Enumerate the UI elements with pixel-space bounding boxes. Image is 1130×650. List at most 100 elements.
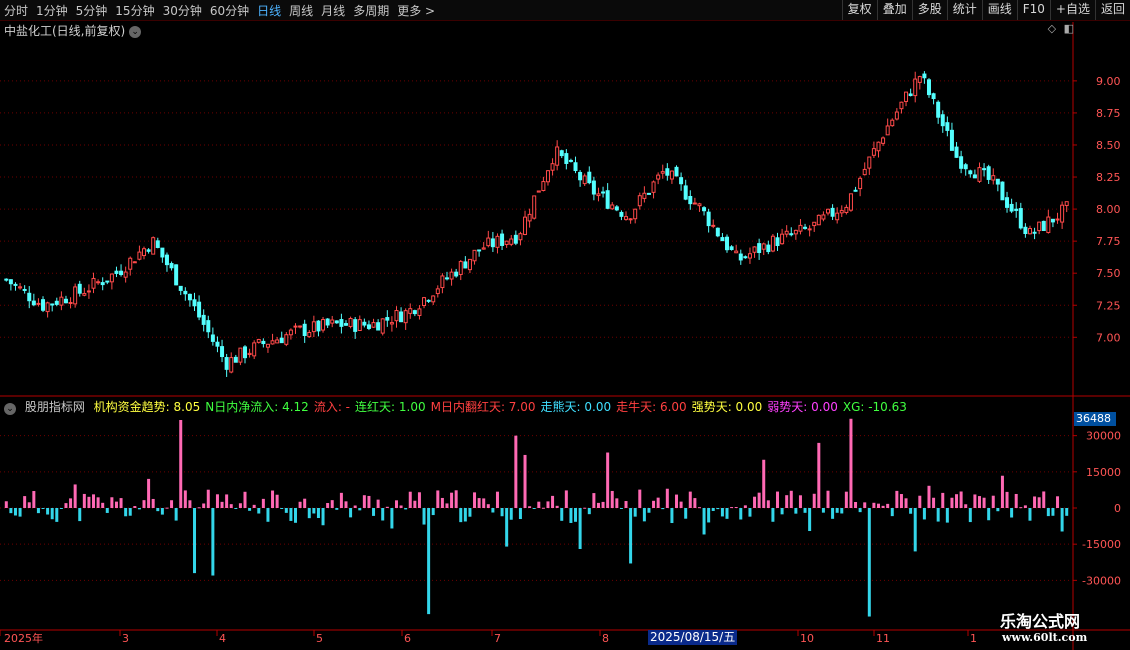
ind-bar (13, 508, 17, 516)
candle-body (220, 346, 225, 358)
candle-body (495, 235, 500, 248)
diamond-icon[interactable]: ◇ (1048, 22, 1056, 35)
price-tick-label: 8.25 (1096, 171, 1121, 184)
chevron-down-icon[interactable]: ⌄ (129, 25, 142, 38)
ind-bar (987, 508, 991, 521)
ind-bar (835, 508, 839, 513)
candle-body (816, 214, 821, 226)
ind-bar (1065, 508, 1069, 516)
candle-body (596, 193, 601, 197)
ind-bar (945, 508, 949, 523)
candle-body (587, 171, 592, 184)
ind-bar (92, 494, 96, 508)
candle-body (807, 228, 812, 231)
ind-bar (711, 508, 715, 511)
price-tick-label: 7.75 (1096, 235, 1121, 248)
candle-body (119, 270, 124, 276)
candle-body (949, 129, 954, 151)
candle-body (385, 317, 390, 321)
cursor-date-label: 2025/08/15/五 (648, 630, 738, 645)
ind-bar (844, 491, 848, 508)
candle-body (403, 310, 408, 324)
candle-body (757, 243, 762, 254)
candle-body (624, 216, 629, 220)
indicator-value-3: 连红天: 1.00 (355, 400, 426, 414)
ind-bar (780, 508, 784, 515)
candle-body (86, 290, 91, 293)
stock-title-text: 中盐化工(日线,前复权) (4, 24, 126, 38)
candle-body (780, 233, 785, 245)
candle-body (444, 277, 449, 280)
candle-body (252, 342, 257, 357)
candle-body (959, 156, 964, 169)
candle-body (463, 261, 468, 269)
ind-bar (248, 508, 252, 511)
ind-bar (913, 508, 917, 552)
candle-body (27, 292, 32, 302)
ind-bar (229, 504, 233, 508)
candle-body (123, 271, 128, 278)
ind-bar (64, 503, 68, 508)
ind-bar (1005, 491, 1009, 508)
candle-body (555, 146, 560, 166)
ind-bar (179, 420, 183, 508)
ind-bar (362, 495, 366, 508)
ind-bar (303, 498, 307, 508)
candle-body (371, 322, 376, 328)
candle-body (54, 300, 59, 305)
candle-body (1009, 203, 1014, 212)
ind-bar (1046, 508, 1050, 517)
candle-body (31, 300, 36, 306)
candle-body (206, 320, 211, 333)
ind-bar (867, 508, 871, 617)
ind-bar (1028, 508, 1032, 521)
ind-bar (688, 491, 692, 508)
ind-bar (417, 492, 421, 508)
ind-bar (528, 506, 532, 508)
candle-body (715, 227, 720, 237)
candle-body (178, 285, 183, 291)
ind-bar (18, 508, 22, 517)
ind-bar (638, 489, 642, 508)
indicator-value-7: 强势天: 0.00 (691, 400, 763, 414)
candle-body (389, 322, 394, 325)
candle-body (936, 101, 941, 118)
candle-body (904, 91, 909, 102)
ind-bar (353, 505, 357, 508)
ind-bar (41, 508, 45, 509)
indicator-value-4: M日内翻红天: 7.00 (430, 400, 536, 414)
candle-body (275, 339, 280, 344)
ind-bar (642, 508, 646, 522)
candle-body (399, 311, 404, 323)
ind-bar (284, 508, 288, 513)
candle-body (353, 319, 358, 332)
panel-toggle-icon[interactable]: ◧ (1064, 22, 1074, 35)
ind-bar (899, 494, 903, 508)
candle-body (803, 226, 808, 229)
ind-bar (307, 508, 311, 519)
candle-body (711, 224, 716, 227)
ind-bar (220, 501, 224, 508)
ind-bar (968, 508, 972, 523)
candle-body (651, 181, 656, 193)
watermark-title: 乐淘公式网 (1000, 612, 1081, 631)
chart-canvas: 9.00 8.75 8.50 8.25 8.00 7.75 7.50 7.25 7.00 3000… (0, 22, 1130, 650)
panel-icons: ◇ ◧ (1048, 22, 1074, 35)
candle-body (293, 325, 298, 328)
candle-body (931, 93, 936, 100)
ind-bar (895, 490, 899, 508)
candle-body (770, 235, 775, 252)
candle-body (4, 278, 9, 281)
chevron-down-icon[interactable]: ⌄ (4, 403, 16, 415)
candle-body (743, 256, 748, 259)
ind-bar (665, 488, 669, 508)
ind-bar (927, 485, 931, 508)
candle-body (761, 243, 766, 250)
ind-bar (9, 508, 13, 514)
candle-body (518, 233, 523, 241)
candle-body (541, 181, 546, 191)
candle-body (812, 221, 817, 227)
candle-body (1037, 221, 1042, 232)
ind-bar (886, 503, 890, 508)
ind-bar (463, 508, 467, 522)
